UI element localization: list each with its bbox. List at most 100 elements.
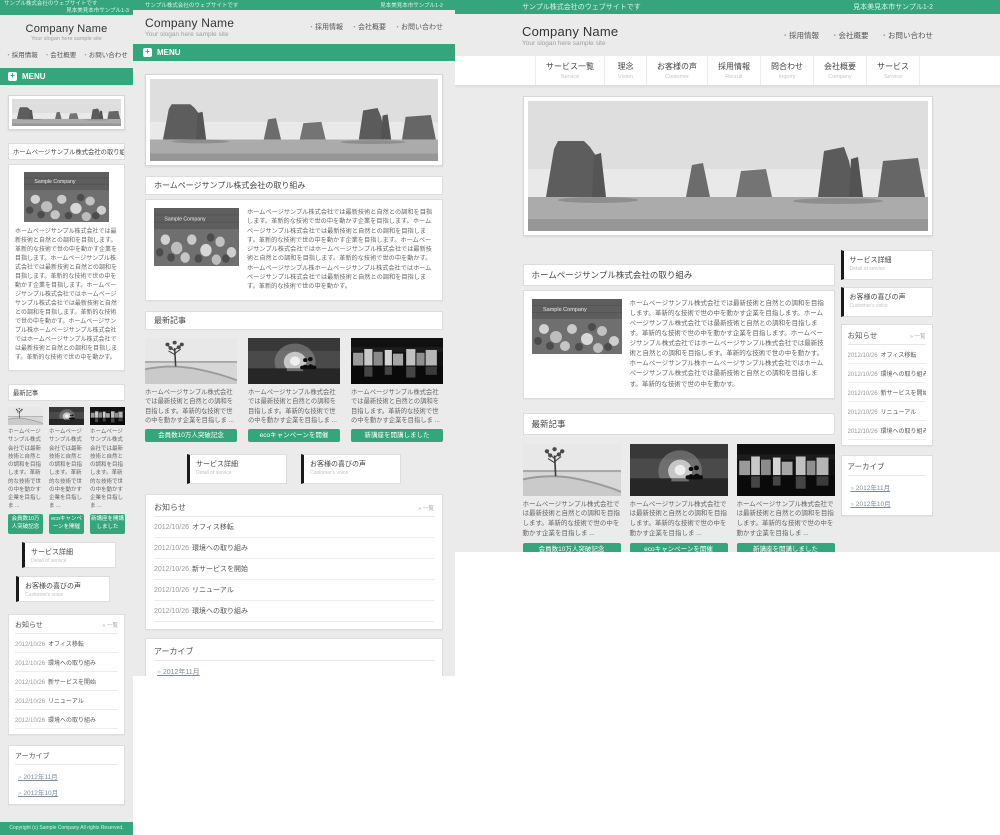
banner-service-detail[interactable]: サービス詳細 Detail of service [841,250,933,280]
section-title-news: 最新記事 [523,413,835,435]
notice-item[interactable]: 2012/10/26新サービスを開始 [15,672,118,691]
notice-more-link[interactable]: 一覧 [418,504,434,512]
hero-image [145,74,443,166]
brand[interactable]: Company Name Your slogan here sample sit… [522,24,618,47]
menu-toggle-icon [8,72,17,81]
archive-link[interactable]: 2012年10月 [18,787,118,797]
menu-label: MENU [157,48,181,57]
card-button-eco[interactable]: ecoキャンペーンを開催 [630,543,728,552]
night-canal-image [351,338,443,384]
header-link-company[interactable]: 会社概要 [351,22,386,32]
hero-image [8,95,125,130]
notice-date: 2012/10/26 [15,680,45,686]
card-button-members[interactable]: 会員数10万人突破記念 [8,514,43,535]
notice-title: お知らせ [848,330,878,341]
nav-item-company[interactable]: 会社概要 Company [813,56,866,85]
notice-date: 2012/10/26 [154,587,189,594]
archive-box: アーカイブ 2012年11月 2012年10月 [841,455,933,516]
notice-item[interactable]: 2012/10/26環境への取り組み [848,421,926,440]
notice-item[interactable]: 2012/10/26オフィス移転 [848,345,926,364]
company-name[interactable]: Company Name [522,24,618,39]
header-link-recruit[interactable]: 採用情報 [782,30,820,41]
notice-item[interactable]: 2012/10/26環境への取り組み [154,538,434,559]
nav-label: サービス一覧 [546,61,594,72]
header-link-contact[interactable]: お問い合わせ [82,49,128,59]
notice-date: 2012/10/26 [15,661,45,667]
notice-item[interactable]: 2012/10/26リニューアル [15,691,118,710]
card-text: ホームページサンプル株式会社では最新技術と自然との調和を目指します。革新的な技術… [8,428,43,511]
brand[interactable]: Company Name Your slogan here sample sit… [145,16,234,38]
banner-customer-voice[interactable]: お客様の喜びの声 Customer's voice [16,576,110,602]
header-link-contact[interactable]: お問い合わせ [394,22,443,32]
nav-item-customer-voice[interactable]: お客様の声 Customer [646,56,707,85]
card-button-members[interactable]: 会員数10万人突破記念 [523,543,621,552]
couple-sunset-image [248,338,340,384]
news-cards: ホームページサンプル株式会社では最新技術と自然との調和を目指します。革新的な技術… [523,444,835,552]
brand[interactable]: Company Name Your slogan here sample sit… [2,23,131,42]
card-button-course[interactable]: 新講座を開講しました [737,543,835,552]
archive-title: アーカイブ [848,461,926,476]
topbar-right-text: 見本美見本市サンプル1-2 [853,2,933,12]
card-button-eco[interactable]: ecoキャンペーンを開催 [49,514,84,535]
menu-bar[interactable]: MENU [133,44,455,61]
notice-date: 2012/10/26 [154,545,189,552]
nav-item-vision[interactable]: 理念 Vision [604,56,646,85]
company-name[interactable]: Company Name [2,23,131,35]
site-header: Company Name Your slogan here sample sit… [133,10,455,44]
notice-item[interactable]: 2012/10/26リニューアル [848,402,926,421]
notice-date: 2012/10/26 [848,353,878,359]
notice-title: お知らせ [15,620,43,630]
notice-box: お知らせ 一覧 2012/10/26オフィス移転 2012/10/26環境への取… [841,324,933,446]
notice-item[interactable]: 2012/10/26環境への取り組み [154,601,434,622]
header-link-company[interactable]: 会社概要 [44,49,77,59]
archive-link[interactable]: 2012年10月 [851,498,926,508]
night-canal-image [737,444,835,496]
notice-item[interactable]: 2012/10/26オフィス移転 [154,517,434,538]
winter-tree-lake-image [8,407,43,425]
company-name[interactable]: Company Name [145,16,234,30]
header-link-recruit[interactable]: 採用情報 [5,49,38,59]
banner-customer-voice[interactable]: お客様の喜びの声 Customer's voice [301,454,401,484]
card-button-members[interactable]: 会員数10万人突破記念 [145,429,237,442]
notice-item[interactable]: 2012/10/26新サービスを開始 [848,383,926,402]
notice-more-link[interactable]: 一覧 [102,621,118,629]
initiatives-article: ホームページサンプル株式会社では最新技術と自然との調和を目指します。革新的な技術… [8,164,125,371]
card-button-course[interactable]: 新講座を開講しました [90,514,125,535]
nav-sublabel: Service [546,74,594,80]
notice-date: 2012/10/26 [154,524,189,531]
notice-date: 2012/10/26 [154,608,189,615]
header-links: 採用情報 会社概要 お問い合わせ [308,22,443,32]
archive-link[interactable]: 2012年11月 [851,482,926,492]
nav-sublabel: Service [877,74,909,80]
banner-service-detail[interactable]: サービス詳細 Detail of service [22,542,116,568]
nav-item-inquiry[interactable]: 問合わせ Inquiry [760,56,813,85]
nav-item-service-list[interactable]: サービス一覧 Service [535,56,604,85]
header-link-company[interactable]: 会社概要 [831,30,869,41]
nav-item-recruit[interactable]: 採用情報 Recruit [707,56,760,85]
nav-label: 問合わせ [771,61,803,72]
banner-customer-voice[interactable]: お客様の喜びの声 Customer's voice [841,287,933,317]
header-link-recruit[interactable]: 採用情報 [308,22,343,32]
notice-item[interactable]: 2012/10/26オフィス移転 [15,634,118,653]
topbar-right-text: 見本美見本市サンプル1-2 [380,1,443,9]
initiatives-body: ホームページサンプル株式会社では最新技術と自然との調和を目指します。革新的な技術… [15,228,118,363]
notice-item[interactable]: 2012/10/26環境への取り組み [848,364,926,383]
archive-link[interactable]: 2012年11月 [18,771,118,781]
notice-item[interactable]: 2012/10/26環境への取り組み [15,710,118,729]
slogan: Your slogan here sample site [522,40,618,47]
menu-bar[interactable]: MENU [0,68,133,85]
banner-service-detail[interactable]: サービス詳細 Detail of service [187,454,287,484]
card-button-course[interactable]: 新講座を開講しました [351,429,443,442]
header-link-contact[interactable]: お問い合わせ [881,30,934,41]
notice-item[interactable]: 2012/10/26新サービスを開始 [154,559,434,580]
archive-link[interactable]: 2012年11月 [157,667,434,676]
news-card: ホームページサンプル株式会社では最新技術と自然との調和を目指します。革新的な技術… [8,407,43,534]
card-button-eco[interactable]: ecoキャンペーンを開催 [248,429,340,442]
notice-label: 環境への取り組み [48,718,96,724]
archive-box: アーカイブ 2012年11月 2012年10月 [8,745,125,805]
nav-item-service[interactable]: サービス Service [866,56,920,85]
notice-more-link[interactable]: 一覧 [910,332,926,340]
section-title-news: 最新記事 [8,384,125,401]
notice-item[interactable]: 2012/10/26リニューアル [154,580,434,601]
notice-item[interactable]: 2012/10/26環境への取り組み [15,653,118,672]
